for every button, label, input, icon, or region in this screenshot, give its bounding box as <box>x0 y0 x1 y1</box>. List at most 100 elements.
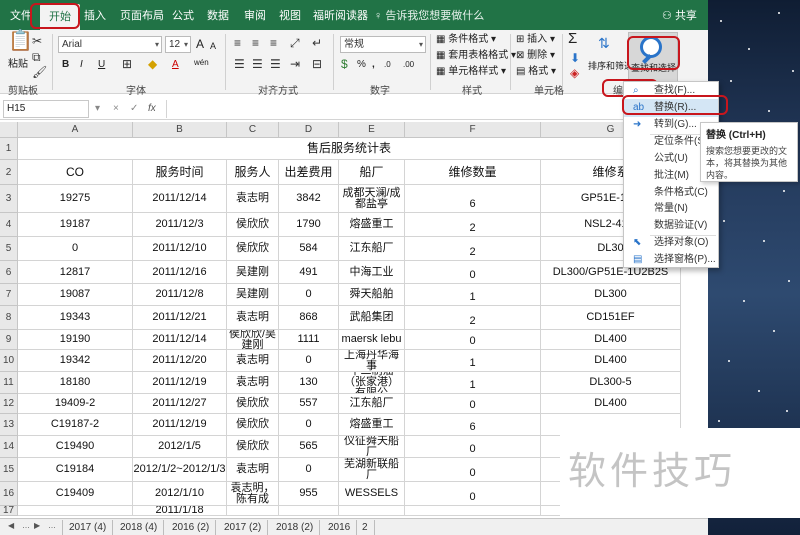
table-cell[interactable]: 2011/12/19 <box>133 414 227 436</box>
table-cell[interactable]: 2 <box>405 213 541 237</box>
insert-cells-button[interactable]: ⊞ 插入 ▾ <box>516 33 555 47</box>
table-cell[interactable]: 2011/12/3 <box>133 213 227 237</box>
column-header[interactable]: A <box>18 122 133 138</box>
sheet-tab[interactable]: 2 <box>356 520 375 535</box>
scroll-left-icon[interactable]: ◀ <box>8 521 14 530</box>
table-cell[interactable]: 2 <box>405 306 541 330</box>
table-cell[interactable]: 成都天澜/成都盐亭 <box>339 185 405 213</box>
table-cell[interactable]: 2011/12/14 <box>133 330 227 350</box>
table-cell[interactable]: 955 <box>279 482 339 506</box>
sheet-tab[interactable]: 2018 (2) <box>270 520 321 535</box>
scroll-right-icon[interactable]: ▶ <box>34 521 40 530</box>
align-middle-icon[interactable]: ≡ <box>252 36 259 50</box>
share-button[interactable]: ⚇ 共享 <box>662 7 697 23</box>
sheet-tab[interactable]: 2016 (2) <box>166 520 217 535</box>
table-cell[interactable]: 0 <box>279 458 339 482</box>
table-cell[interactable]: 不二制油（张家港）有限公 <box>339 372 405 394</box>
table-cell[interactable]: 2011/12/19 <box>133 372 227 394</box>
table-cell[interactable]: 0 <box>405 458 541 482</box>
table-cell[interactable]: DL400 <box>541 330 681 350</box>
table-cell[interactable]: 2011/12/14 <box>133 185 227 213</box>
row-header[interactable]: 2 <box>0 160 18 185</box>
menu-item[interactable]: 条件格式(C) <box>624 184 718 202</box>
table-cell[interactable]: 1111 <box>279 330 339 350</box>
table-cell[interactable]: 熔盛重工 <box>339 414 405 436</box>
table-cell[interactable]: 熔盛重工 <box>339 213 405 237</box>
table-cell[interactable]: 12817 <box>18 261 133 284</box>
table-cell[interactable]: 0 <box>279 414 339 436</box>
table-cell[interactable]: maersk lebu <box>339 330 405 350</box>
number-format-combo[interactable]: 常规 ▾ <box>340 36 426 53</box>
underline-button[interactable]: U <box>98 58 105 72</box>
table-cell[interactable]: 侯欣欣 <box>227 436 279 458</box>
increase-decimal-button[interactable]: .0 <box>384 58 391 72</box>
menu-item[interactable]: 数据验证(V) <box>624 217 718 235</box>
column-heading-cell[interactable]: 维修数量 <box>405 160 541 185</box>
cell-styles-button[interactable]: ▦ 单元格样式 ▾ <box>436 65 506 79</box>
table-cell[interactable]: 2012/1/2~2012/1/3 <box>133 458 227 482</box>
table-cell[interactable]: 0 <box>405 330 541 350</box>
row-header[interactable]: 10 <box>0 350 18 372</box>
table-cell[interactable]: 江东船厂 <box>339 394 405 414</box>
row-header[interactable]: 15 <box>0 458 18 482</box>
table-cell[interactable]: C19184 <box>18 458 133 482</box>
row-header[interactable]: 17 <box>0 506 18 516</box>
sort-filter-button[interactable]: 排序和筛选 <box>588 59 633 73</box>
table-cell[interactable]: 0 <box>279 284 339 306</box>
grow-font-button[interactable]: A <box>196 37 204 51</box>
format-painter-icon[interactable]: 🖌 <box>32 65 47 79</box>
tab-formulas[interactable]: 公式 <box>172 7 194 23</box>
tab-home[interactable]: 开始 <box>40 4 80 30</box>
italic-button[interactable]: I <box>80 58 83 72</box>
table-cell[interactable]: 0 <box>405 436 541 458</box>
table-cell[interactable] <box>279 506 339 516</box>
table-cell[interactable] <box>339 506 405 516</box>
table-cell[interactable]: 868 <box>279 306 339 330</box>
align-bottom-icon[interactable]: ≡ <box>270 36 277 50</box>
conditional-formatting-button[interactable]: ▦ 条件格式 ▾ <box>436 33 496 47</box>
table-cell[interactable]: 2011/12/8 <box>133 284 227 306</box>
table-cell[interactable]: 19275 <box>18 185 133 213</box>
table-cell[interactable]: 0 <box>405 394 541 414</box>
name-box[interactable]: H15 <box>3 100 89 118</box>
table-cell[interactable]: 2011/12/27 <box>133 394 227 414</box>
percent-button[interactable]: % <box>357 58 366 72</box>
row-header[interactable]: 14 <box>0 436 18 458</box>
wrap-text-icon[interactable]: ↵ <box>312 36 322 50</box>
font-color-button[interactable]: A <box>172 58 179 72</box>
tab-page-layout[interactable]: 页面布局 <box>120 7 164 23</box>
sheet-title-cell[interactable]: 售后服务统计表 <box>18 138 681 160</box>
table-cell[interactable]: 江东船厂 <box>339 237 405 261</box>
namebox-dropdown-icon[interactable]: ▾ <box>95 102 100 116</box>
menu-item[interactable]: ▤ 选择窗格(P)... <box>624 251 718 269</box>
table-cell[interactable]: 491 <box>279 261 339 284</box>
table-cell[interactable]: 3842 <box>279 185 339 213</box>
table-cell[interactable]: 武船集团 <box>339 306 405 330</box>
table-cell[interactable]: 1790 <box>279 213 339 237</box>
table-cell[interactable]: C19490 <box>18 436 133 458</box>
table-cell[interactable]: 0 <box>405 261 541 284</box>
table-cell[interactable]: 侯欣欣/吴建刚 <box>227 330 279 350</box>
row-header[interactable]: 5 <box>0 237 18 261</box>
tab-insert[interactable]: 插入 <box>84 7 106 23</box>
table-cell[interactable]: DL400 <box>541 394 681 414</box>
table-cell[interactable]: 袁志明 <box>227 306 279 330</box>
table-cell[interactable]: DL300 <box>541 284 681 306</box>
table-cell[interactable]: 18180 <box>18 372 133 394</box>
align-right-icon[interactable]: ☰ <box>270 57 281 71</box>
sheet-tab[interactable]: 2017 (2) <box>218 520 269 535</box>
table-cell[interactable] <box>405 506 541 516</box>
paste-icon[interactable]: 📋 <box>8 31 33 51</box>
table-cell[interactable]: 1 <box>405 284 541 306</box>
table-cell[interactable]: 19409-2 <box>18 394 133 414</box>
row-header[interactable]: 9 <box>0 330 18 350</box>
table-cell[interactable]: 仪征舜天船厂 <box>339 436 405 458</box>
indent-icon[interactable]: ⇥ <box>290 57 300 71</box>
column-heading-cell[interactable]: 船厂 <box>339 160 405 185</box>
table-cell[interactable]: 584 <box>279 237 339 261</box>
borders-icon[interactable]: ⊞ <box>122 57 132 71</box>
table-cell[interactable]: 袁志明 <box>227 458 279 482</box>
table-cell[interactable]: 0 <box>279 350 339 372</box>
table-cell[interactable]: 557 <box>279 394 339 414</box>
copy-icon[interactable]: ⧉ <box>32 50 41 64</box>
